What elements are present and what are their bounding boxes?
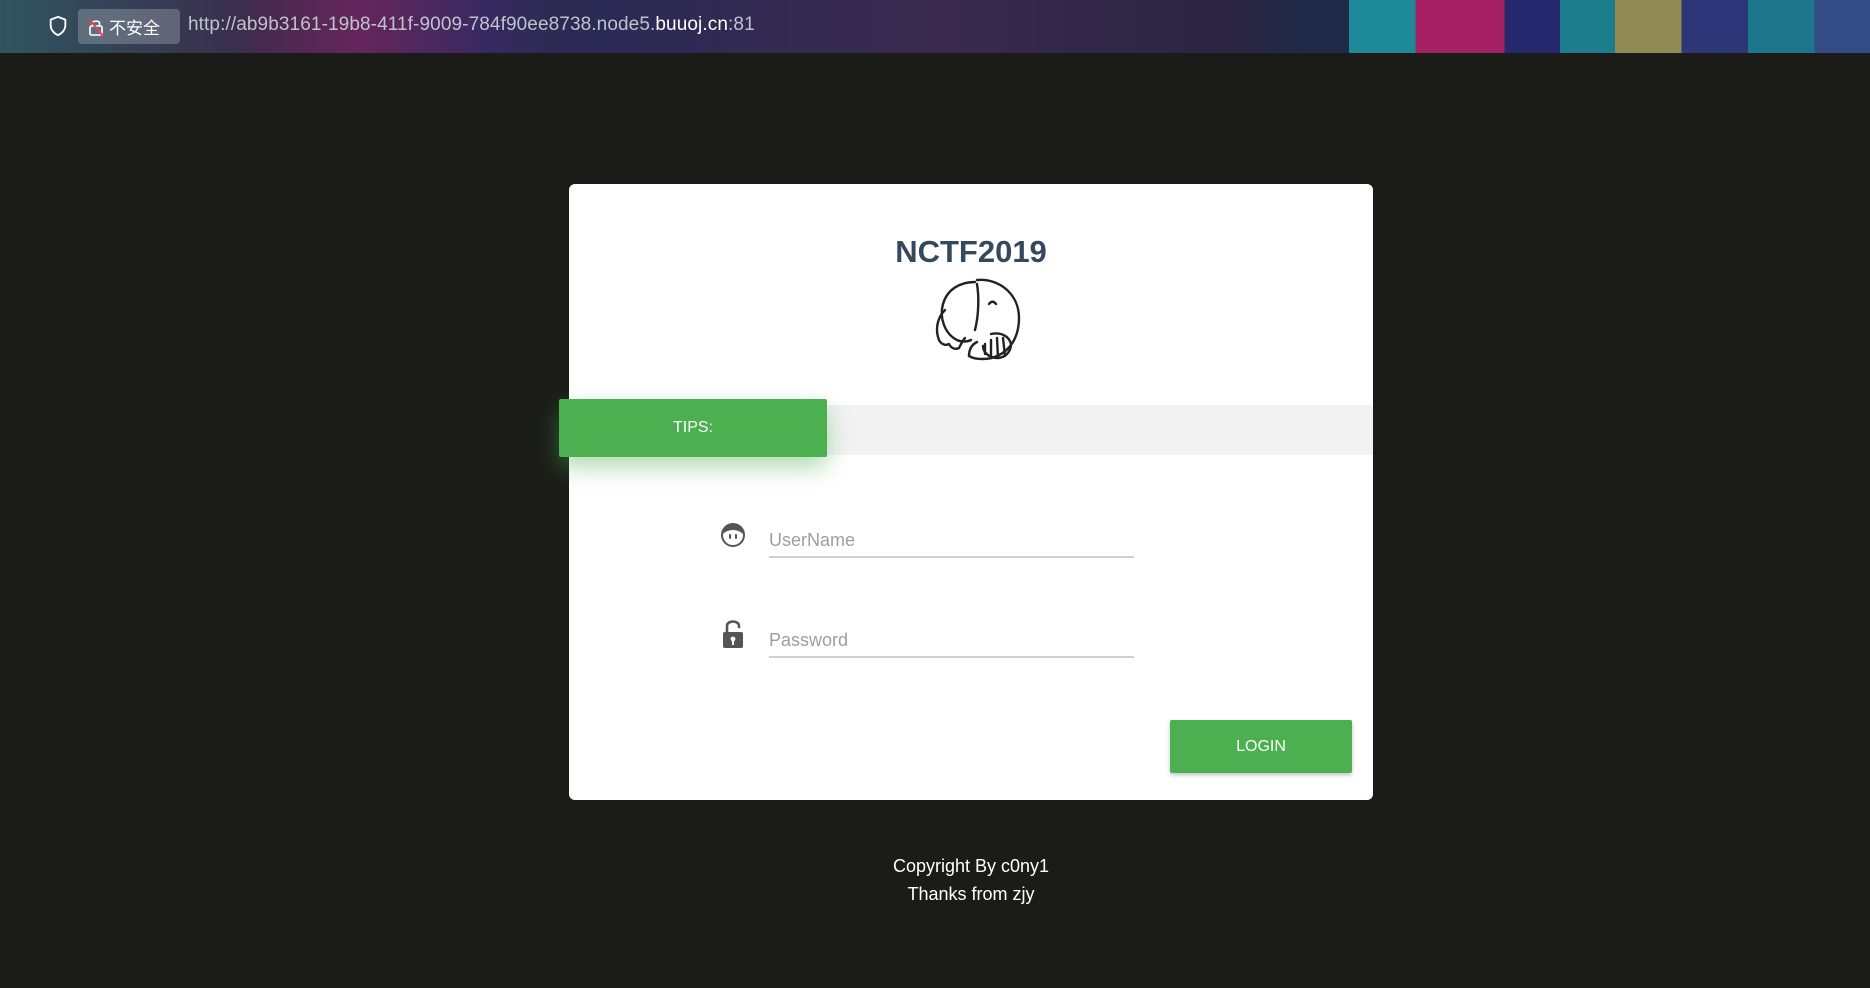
url-field[interactable]: http://ab9b3161-19b8-411f-9009-784f90ee8… [188, 14, 755, 36]
login-card: NCTF2019 [569, 184, 1373, 800]
insecure-indicator[interactable]: 不安全 [78, 9, 180, 44]
elephant-logo-icon [935, 278, 1021, 361]
shield-icon[interactable] [47, 15, 69, 37]
username-input[interactable] [769, 522, 1134, 558]
tips-banner: TIPS: [559, 399, 827, 457]
footer-copyright: Copyright By c0ny1 [892, 856, 1050, 876]
user-face-icon [721, 523, 745, 547]
unlock-icon [723, 620, 743, 648]
footer-thanks: Thanks from zjy [907, 884, 1035, 904]
url-domain: buuoj.cn [655, 14, 729, 35]
insecure-label: 不安全 [109, 19, 160, 38]
password-input[interactable] [769, 622, 1134, 658]
tips-label: TIPS: [672, 419, 713, 436]
toolbar-background-art [1316, 0, 1870, 53]
insecure-lock-icon [88, 17, 104, 37]
url-prefix: http://ab9b3161-19b8-411f-9009-784f90ee8… [188, 14, 656, 35]
page-title: NCTF2019 [895, 234, 1047, 269]
browser-address-bar: 不安全 http://ab9b3161-19b8-411f-9009-784f9… [0, 0, 1870, 53]
url-port: :81 [728, 14, 755, 35]
login-button[interactable]: LOGIN [1170, 720, 1352, 773]
